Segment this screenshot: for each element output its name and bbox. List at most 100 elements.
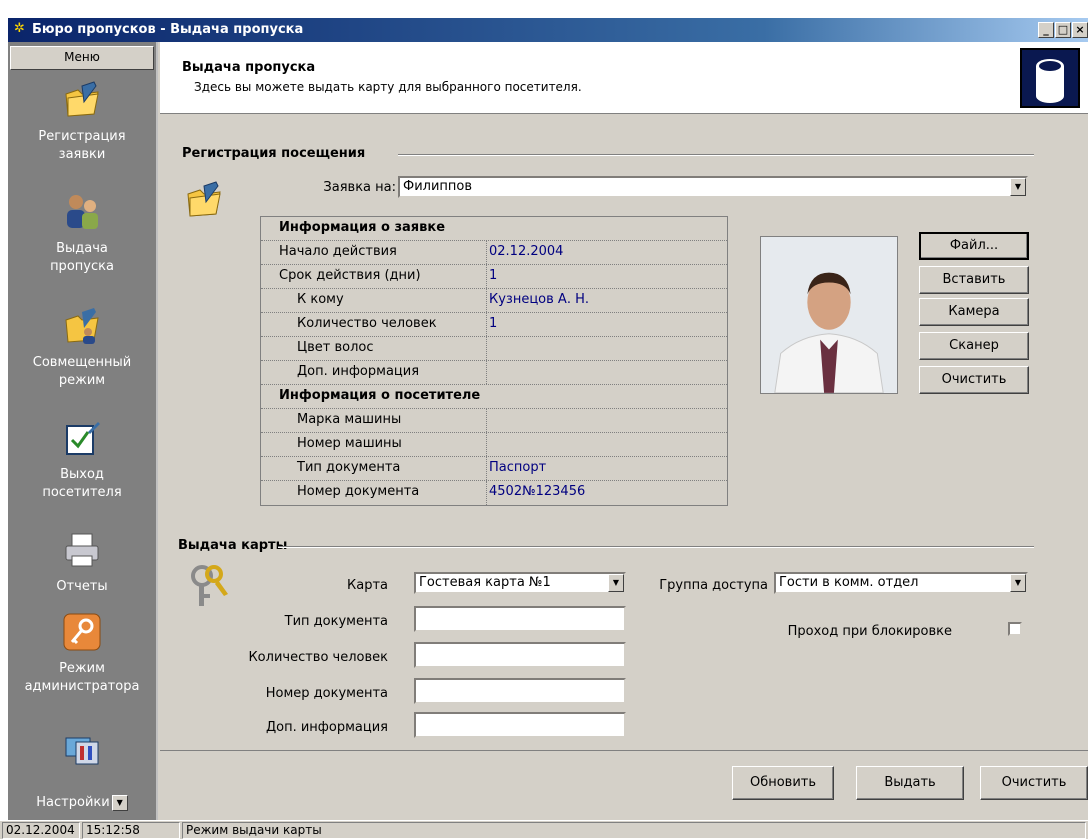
sidebar-item-settings-label: Настройки xyxy=(36,795,110,810)
card-issue-section-title: Выдача карты xyxy=(178,538,288,553)
clear-label: Очистить xyxy=(1001,775,1067,790)
grid-row[interactable]: Количество человек 1 xyxy=(261,313,727,337)
sidebar-item-label: Отчеты xyxy=(56,579,108,594)
grid-key: Марка машины xyxy=(261,409,487,432)
status-bar: 02.12.2004 15:12:58 Режим выдачи карты xyxy=(0,820,1088,839)
grid-key: Доп. информация xyxy=(261,361,487,384)
maximize-button[interactable]: □ xyxy=(1055,22,1071,38)
key-icon xyxy=(63,613,101,651)
grid-key: К кому xyxy=(261,289,487,312)
status-mode: Режим выдачи карты xyxy=(182,822,1086,839)
grid-key: Цвет волос xyxy=(261,337,487,360)
sidebar-item-label: Выдача пропуска xyxy=(50,241,114,274)
people-icon xyxy=(67,195,98,229)
grid-row[interactable]: Номер машины xyxy=(261,433,727,457)
app-icon: ✲ xyxy=(14,21,25,36)
page-header: Выдача пропуска Здесь вы можете выдать к… xyxy=(160,42,1088,114)
close-button[interactable]: × xyxy=(1072,22,1088,38)
photo-scanner-button[interactable]: Сканер xyxy=(919,332,1029,360)
chevron-down-icon[interactable]: ▼ xyxy=(608,574,624,592)
sidebar-item-reports[interactable]: Отчеты xyxy=(8,530,156,596)
chevron-down-icon[interactable]: ▼ xyxy=(1010,574,1026,592)
grid-value: 1 xyxy=(489,316,498,331)
grid-key: Тип документа xyxy=(261,457,487,480)
refresh-label: Обновить xyxy=(749,775,817,790)
title-bar[interactable]: ✲ Бюро пропусков - Выдача пропуска _ □ × xyxy=(8,18,1088,42)
request-for-label: Заявка на: xyxy=(323,180,396,195)
card-select[interactable]: Гостевая карта №1 ▼ xyxy=(414,572,626,594)
grid-row[interactable]: Срок действия (дни) 1 xyxy=(261,265,727,289)
people-count-label: Количество человек xyxy=(248,650,388,665)
checkbox-pen-icon xyxy=(66,422,100,455)
sidebar-item-admin-mode[interactable]: Режим администратора xyxy=(8,612,156,696)
photo-clear-button[interactable]: Очистить xyxy=(919,366,1029,394)
settings-icon xyxy=(65,737,99,765)
minimize-button[interactable]: _ xyxy=(1038,22,1054,38)
grid-row[interactable]: Марка машины xyxy=(261,409,727,433)
extra-info-label: Доп. информация xyxy=(265,720,388,735)
sidebar-item-settings[interactable]: Настройки ▼ xyxy=(8,728,156,812)
photo-paste-label: Вставить xyxy=(942,272,1006,287)
folder-people-icon xyxy=(65,308,99,344)
sidebar-item-pass-issue[interactable]: Выдача пропуска xyxy=(8,192,156,276)
access-group-label: Группа доступа xyxy=(659,578,768,593)
sidebar-item-label: Режим администратора xyxy=(24,661,140,694)
sidebar: Меню Регистрация заявки Выдача пропуска xyxy=(8,42,158,820)
grid-row[interactable]: К кому Кузнецов А. Н. xyxy=(261,289,727,313)
menu-button[interactable]: Меню xyxy=(10,46,154,70)
section-divider xyxy=(398,154,1034,156)
section-divider xyxy=(278,546,1034,548)
doc-type-input[interactable] xyxy=(414,606,626,632)
clear-button[interactable]: Очистить xyxy=(980,766,1088,800)
sidebar-item-label: Совмещенный режим xyxy=(32,355,132,388)
grid-row[interactable]: Доп. информация xyxy=(261,361,727,385)
photo-file-button[interactable]: Файл... xyxy=(919,232,1029,260)
people-count-input[interactable] xyxy=(414,642,626,668)
grid-value: Кузнецов А. Н. xyxy=(489,292,589,307)
visitor-photo xyxy=(760,236,898,394)
sidebar-item-request-registration[interactable]: Регистрация заявки xyxy=(8,80,156,164)
chevron-down-icon[interactable]: ▼ xyxy=(111,794,128,811)
photo-clear-label: Очистить xyxy=(941,372,1007,387)
doc-number-input[interactable] xyxy=(414,678,626,704)
printer-icon xyxy=(65,533,99,567)
folder-pen-icon xyxy=(65,81,99,117)
grid-row[interactable]: Тип документа Паспорт xyxy=(261,457,727,481)
photo-camera-label: Камера xyxy=(948,304,1000,319)
grid-key: Срок действия (дни) xyxy=(261,265,487,288)
photo-camera-button[interactable]: Камера xyxy=(919,298,1029,326)
status-time: 15:12:58 xyxy=(82,822,180,839)
folder-pen-icon xyxy=(187,181,221,217)
photo-file-label: Файл... xyxy=(949,238,999,253)
sidebar-item-visitor-exit[interactable]: Выход посетителя xyxy=(8,418,156,502)
grid-value: Паспорт xyxy=(489,460,547,475)
issue-label: Выдать xyxy=(884,775,936,790)
block-pass-label: Проход при блокировке xyxy=(787,624,952,639)
visitor-info-header: Информация о посетителе xyxy=(261,385,727,409)
doc-number-label: Номер документа xyxy=(265,686,388,701)
card-label: Карта xyxy=(347,578,388,593)
card-select-value: Гостевая карта №1 xyxy=(419,575,551,590)
grid-key: Количество человек xyxy=(261,313,487,336)
grid-row[interactable]: Цвет волос xyxy=(261,337,727,361)
sidebar-item-combined-mode[interactable]: Совмещенный режим xyxy=(8,306,156,390)
sidebar-item-label: Настройки ▼ xyxy=(8,776,156,812)
photo-paste-button[interactable]: Вставить xyxy=(919,266,1029,294)
grid-row[interactable]: Номер документа 4502№123456 xyxy=(261,481,727,505)
window-title: Бюро пропусков - Выдача пропуска xyxy=(32,22,304,37)
block-pass-checkbox[interactable] xyxy=(1008,622,1022,636)
request-info-grid: Информация о заявке Начало действия 02.1… xyxy=(260,216,728,506)
grid-value: 4502№123456 xyxy=(489,484,586,499)
keys-icon xyxy=(191,565,228,606)
chevron-down-icon[interactable]: ▼ xyxy=(1010,178,1026,196)
refresh-button[interactable]: Обновить xyxy=(732,766,834,800)
main-window: Меню Регистрация заявки Выдача пропуска xyxy=(8,42,1088,820)
request-select[interactable]: Филиппов ▼ xyxy=(398,176,1028,198)
registration-section-title: Регистрация посещения xyxy=(182,146,366,161)
issue-button[interactable]: Выдать xyxy=(856,766,964,800)
access-group-select[interactable]: Гости в комм. отдел ▼ xyxy=(774,572,1028,594)
sidebar-item-label: Регистрация заявки xyxy=(38,129,126,162)
extra-info-input[interactable] xyxy=(414,712,626,738)
grid-row[interactable]: Начало действия 02.12.2004 xyxy=(261,241,727,265)
doc-type-label: Тип документа xyxy=(284,614,388,629)
